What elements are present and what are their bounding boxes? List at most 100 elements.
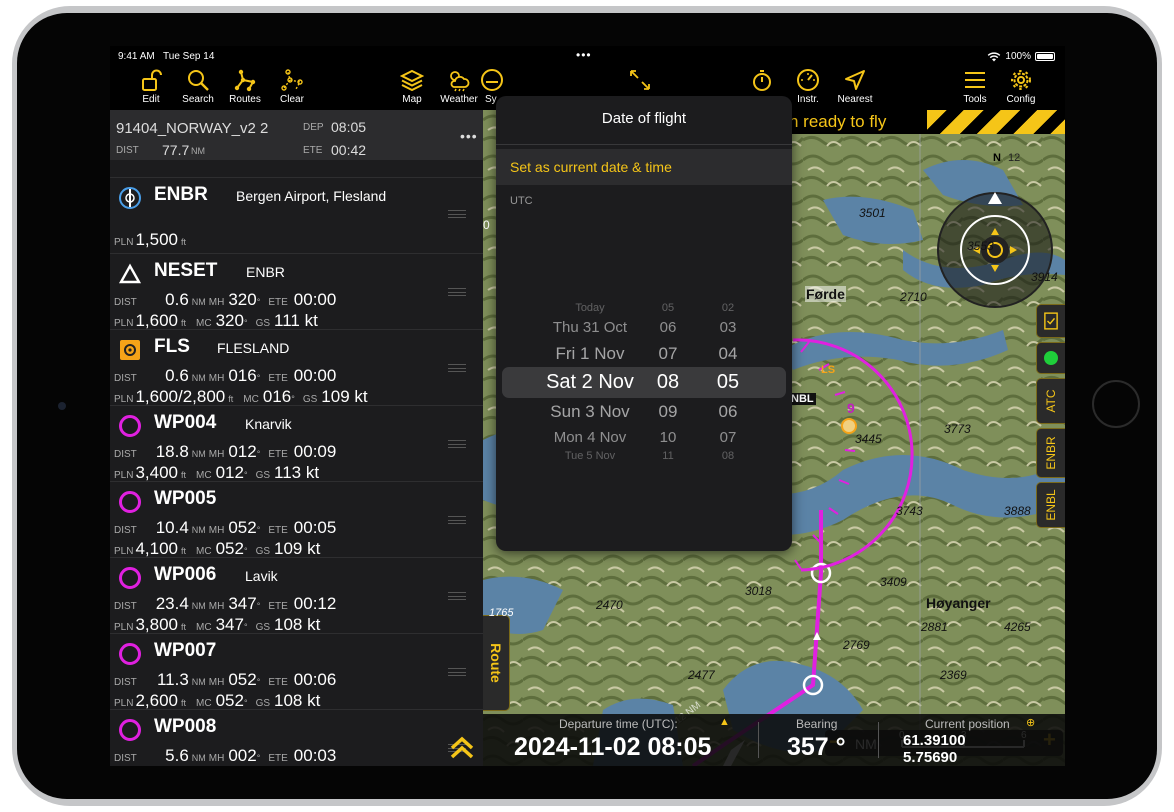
home-button[interactable] [1092,380,1140,428]
deg-unit: ° [243,318,248,328]
picker-item[interactable]: 05 [668,371,788,394]
pln-label: PLN [114,394,134,405]
ete-label: ETE [268,601,288,612]
clear-route-icon [281,69,303,91]
drag-handle-icon[interactable] [448,668,466,676]
config-button[interactable]: Config [993,66,1049,105]
mh-label: MH [208,753,225,764]
checklist-tab[interactable] [1036,304,1065,338]
mh-value: 052 [228,670,257,689]
waypoint-row[interactable]: WP008 DIST 5.6 NM MH 002 ° ETE 00:03 [110,709,483,766]
elevation-label: 2470 [596,598,623,612]
leg-row-pln: PLN 4,100 ft MC 052 ° GS 109 kt [114,539,320,559]
dist-value: 5.6 [165,746,189,765]
route-header[interactable]: 91404_NORWAY_v2 2 DEP 08:05 DIST 77.7 NM… [110,110,483,160]
waypoint-row[interactable]: WP006 Lavik DIST 23.4 NM MH 347 ° ETE 00:12 PLN 3,8… [110,557,483,634]
search-icon [188,70,209,91]
fullscreen-button[interactable] [612,66,668,94]
town-label: Førde [805,286,846,302]
mh-label: MH [208,525,225,536]
route-panel: 91404_NORWAY_v2 2 DEP 08:05 DIST 77.7 NM… [110,110,483,766]
pln-label: PLN [114,622,134,633]
departure-time[interactable]: 2024-11-02 08:05 [514,733,711,762]
pln-label: PLN [114,470,134,481]
nm-unit: NM [191,677,206,687]
deg-unit: ° [243,546,248,556]
info-bar: Departure time (UTC): ▲ 2024-11-02 08:05… [483,714,1065,766]
nm-unit: NM [191,373,206,383]
ft-unit: ft [181,698,187,708]
collapse-button[interactable] [447,732,477,762]
drag-handle-icon[interactable] [448,210,466,218]
elevation-label: 2710 [900,290,927,304]
waypoint-row[interactable]: ENBR Bergen Airport, Flesland PLN 1,500 ft [110,177,483,253]
ft-unit: ft [181,546,187,556]
elevation-label: 3914 [1031,270,1058,284]
route-tab[interactable]: Route [483,615,510,711]
mh-value: 016 [228,366,257,385]
waypoint-row[interactable]: WP007 DIST 11.3 NM MH 052 ° ETE 00:06 PLN 2,600 ft M… [110,633,483,711]
ete-value: 00:12 [293,594,337,613]
elevation-label: 2881 [921,620,948,634]
leg-row-dist: DIST 5.6 NM MH 002 ° ETE 00:03 [114,746,336,766]
leg-row-pln: PLN 2,600 ft MC 052 ° GS 108 kt [114,691,320,711]
mc-value: 052 [215,691,244,710]
waypoint-ring-icon [119,719,141,741]
mh-value: 347 [228,594,257,613]
leg-row-dist: DIST 0.6 NM MH 320 ° ETE 00:00 [114,290,336,310]
ft-unit: ft [181,470,187,480]
drag-handle-icon[interactable] [448,288,466,296]
waypoint-row[interactable]: NESET ENBR DIST 0.6 NM MH 320 ° ETE 00:00 PLN 1,600… [110,253,483,330]
side-tab-label: ENBL [1044,489,1058,521]
multitask-dots[interactable]: ••• [576,48,592,62]
drag-handle-icon[interactable] [448,516,466,524]
deg-unit: ° [256,373,261,383]
mh-label: MH [208,601,225,612]
pln-value: 4,100 [135,539,178,558]
mc-value: 347 [215,615,244,634]
drag-handle-icon[interactable] [448,440,466,448]
status-indicator-tab[interactable] [1036,342,1065,374]
app-screen: 9:41 AM Tue Sep 14 ••• 100% Edit Search … [110,46,1065,766]
date-of-flight-popover: Date of flight Set as current date & tim… [496,96,792,551]
waypoint-name: ENBR [246,264,285,280]
waypoint-row[interactable]: WP004 Knarvik DIST 18.8 NM MH 012 ° ETE 00:09 PLN 3… [110,405,483,482]
route-ete-label: ETE [303,145,323,156]
drag-handle-icon[interactable] [448,592,466,600]
pln-value: 1,600/2,800 [135,387,226,406]
nm-unit: NM [191,601,206,611]
drag-handle-icon[interactable] [448,364,466,372]
hazard-stripes [927,110,1065,134]
banner-text: n ready to fly [789,112,887,131]
waypoint-name: Lavik [245,568,278,584]
waypoint-ring-icon [119,491,141,513]
compass-heading: 12 [1008,152,1021,164]
pln-value: 1,500 [135,230,178,249]
longitude: 5.75690 [903,749,958,766]
picker-item[interactable]: 08 [668,450,788,462]
waypoint-ring-icon [119,415,141,437]
departure-marker-icon: ▲ [719,716,730,728]
picker-item[interactable]: 07 [668,429,788,446]
elevation-label: 2769 [843,638,870,652]
side-tab-enbl[interactable]: ENBL [1036,482,1065,528]
side-tab-atc[interactable]: ATC [1036,378,1065,424]
nearest-button[interactable]: Nearest [827,66,883,105]
divider [496,144,792,145]
waypoint-ring-icon [119,567,141,589]
side-tab-enbr[interactable]: ENBR [1036,428,1065,478]
waypoint-row[interactable]: WP005 DIST 10.4 NM MH 052 ° ETE 00:05 PLN 4,100 ft M… [110,481,483,559]
set-current-button[interactable]: Set as current date & time [496,149,792,185]
nm-unit: NM [191,297,206,307]
picker-item[interactable]: 06 [668,402,788,422]
elevation-label: 3773 [944,422,971,436]
picker-item[interactable]: 04 [668,344,788,364]
deg-unit: ° [256,297,261,307]
waypoint-row[interactable]: FLS FLESLAND DIST 0.6 NM MH 016 ° ETE 00:00 PLN 1,6… [110,329,483,406]
picker-item[interactable]: 02 [668,302,788,314]
picker-item[interactable]: 03 [668,319,788,336]
more-icon[interactable]: ••• [460,128,478,144]
gs-label: GS [255,470,271,481]
waypoint-code: WP006 [154,564,217,585]
clear-button[interactable]: Clear [264,66,320,105]
